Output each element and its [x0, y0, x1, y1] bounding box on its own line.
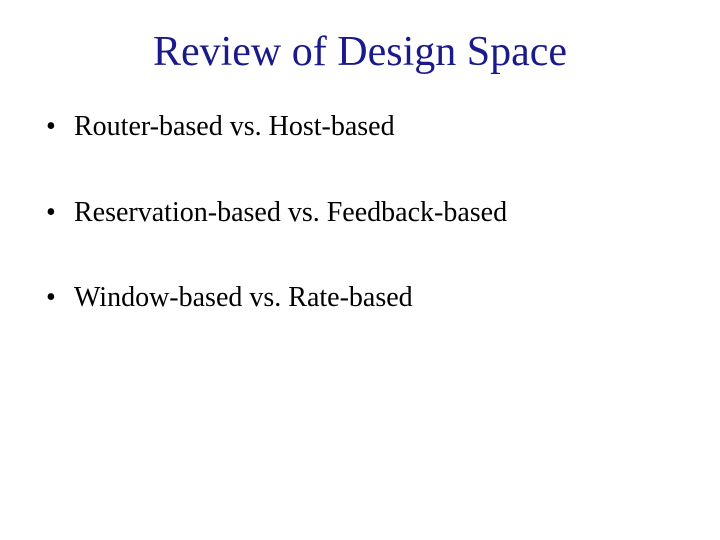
bullet-list: Router-based vs. Host-based Reservation-…: [40, 110, 680, 315]
slide-title: Review of Design Space: [40, 28, 680, 76]
list-item: Reservation-based vs. Feedback-based: [46, 196, 680, 230]
list-item: Router-based vs. Host-based: [46, 110, 680, 144]
slide: Review of Design Space Router-based vs. …: [0, 0, 720, 540]
list-item: Window-based vs. Rate-based: [46, 281, 680, 315]
